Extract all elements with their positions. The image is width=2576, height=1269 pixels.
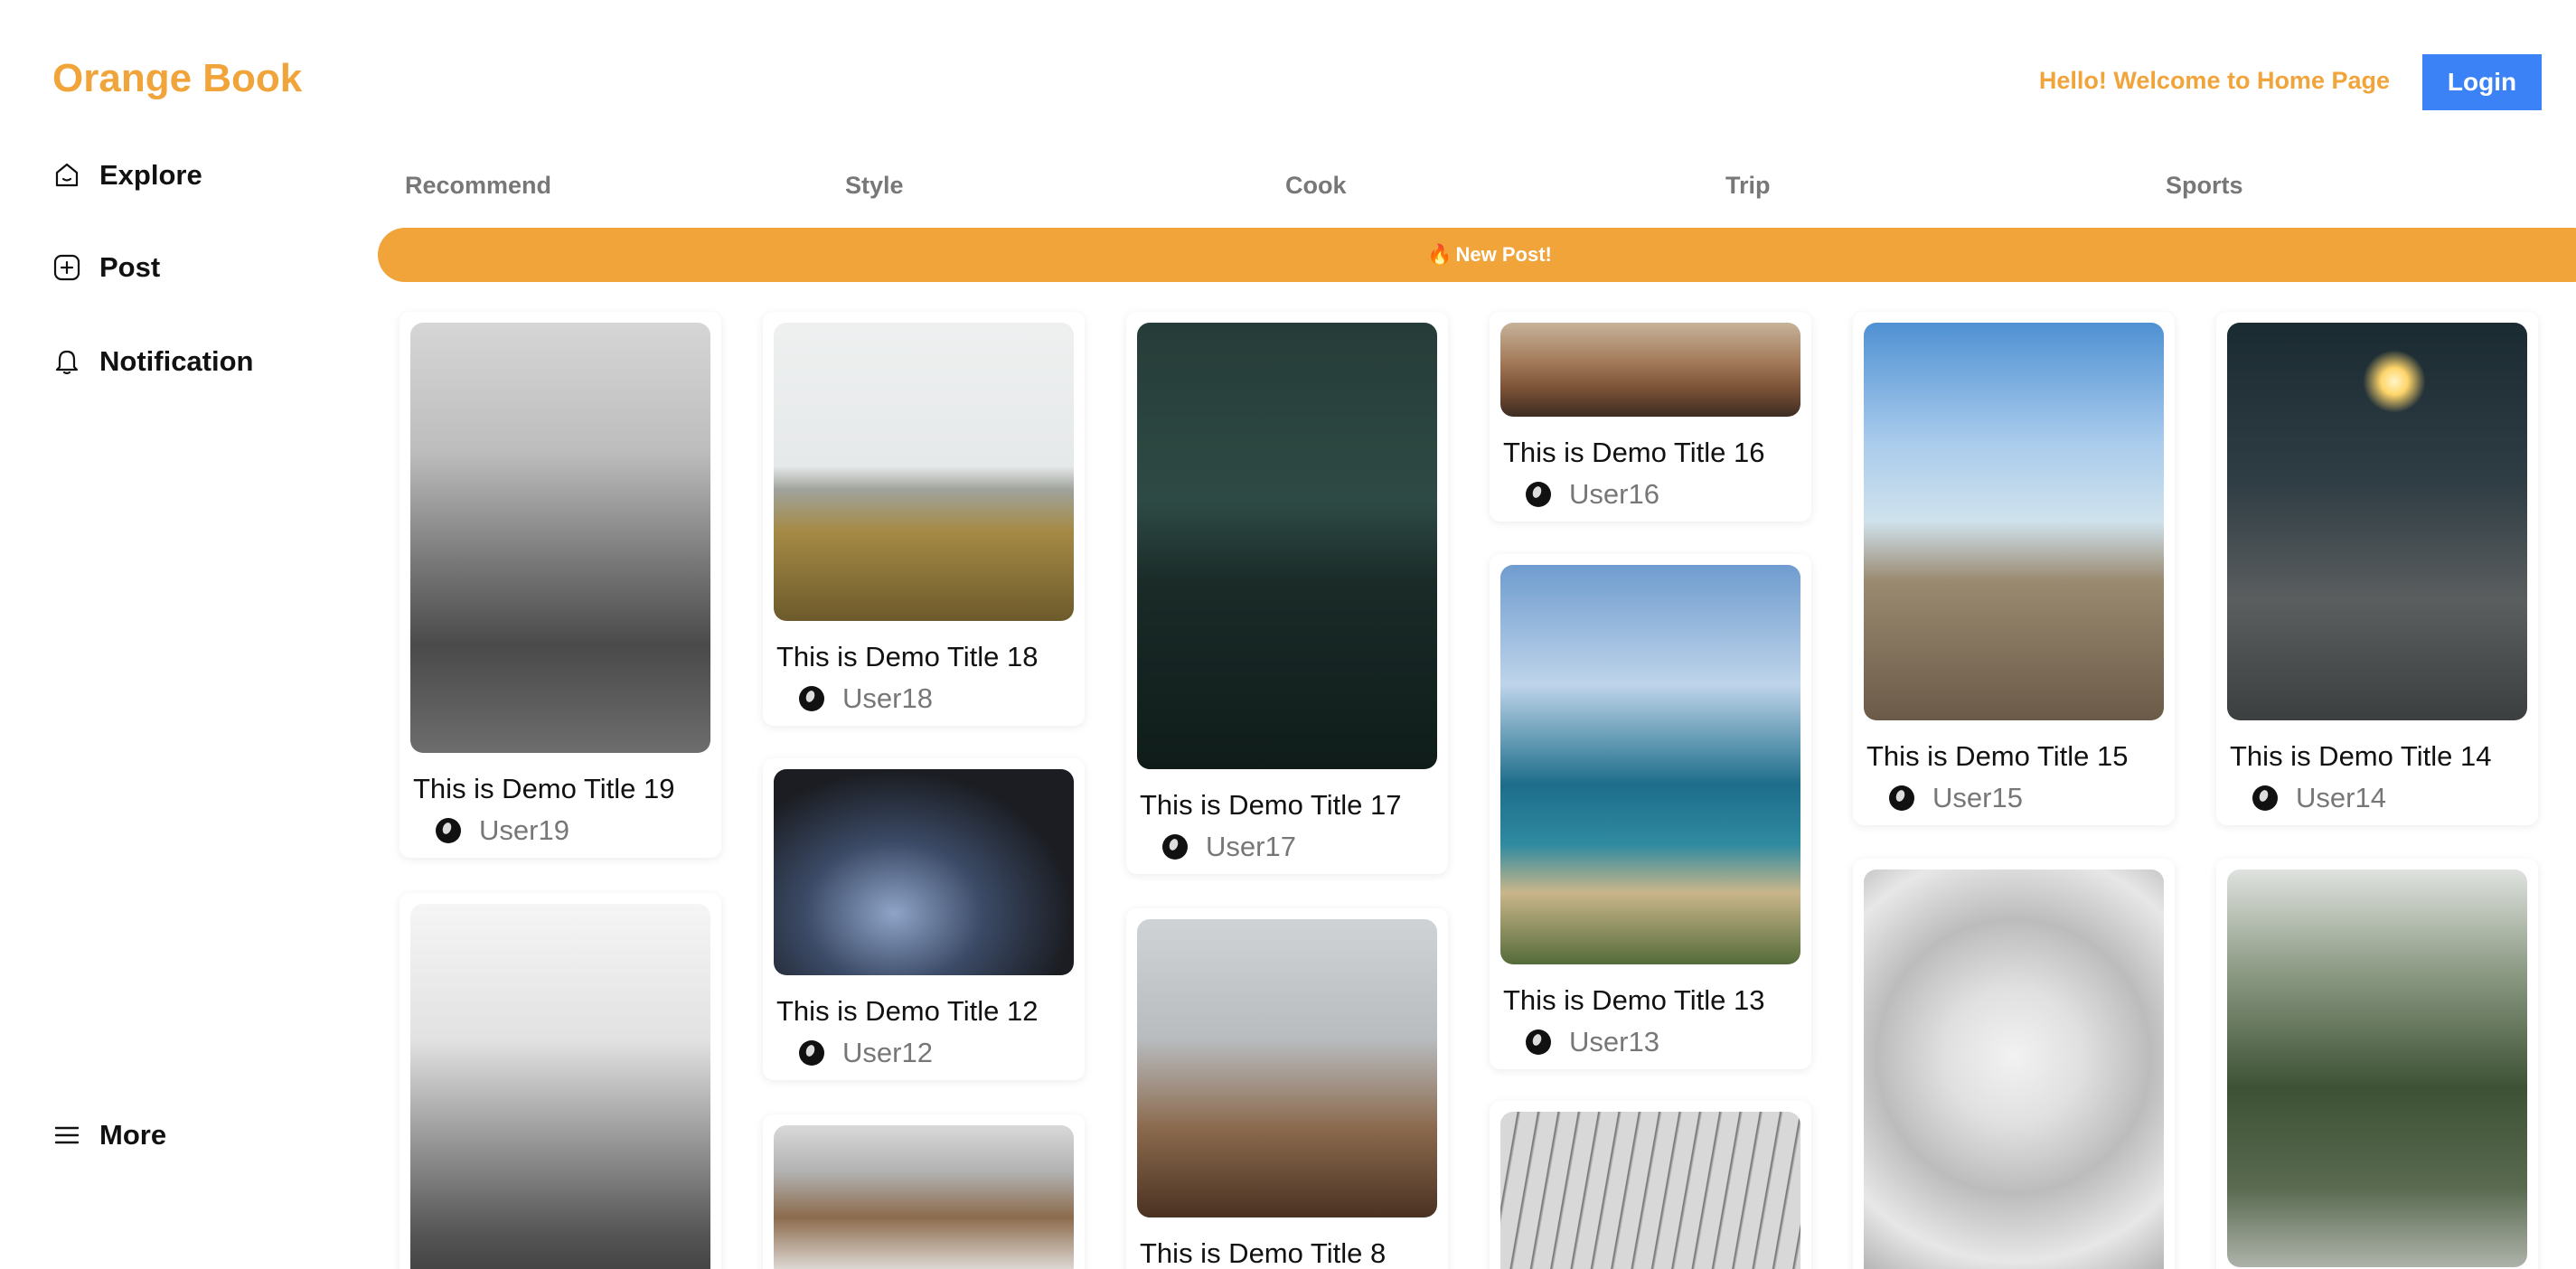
post-card[interactable]: This is Demo Title 19 User19 [400, 312, 721, 858]
post-author[interactable]: User18 [774, 682, 1074, 715]
author-name: User13 [1569, 1026, 1659, 1058]
post-author[interactable]: User19 [410, 814, 710, 847]
post-card[interactable] [763, 1114, 1085, 1269]
post-image-workspace[interactable] [774, 1125, 1074, 1269]
post-title[interactable]: This is Demo Title 15 [1864, 740, 2164, 773]
app-logo[interactable]: Orange Book [52, 56, 302, 101]
login-button[interactable]: Login [2422, 54, 2542, 110]
author-name: User14 [2296, 782, 2386, 813]
banner-text: New Post! [1455, 243, 1552, 266]
post-card[interactable] [400, 893, 721, 1269]
author-name: User19 [479, 814, 569, 846]
author-name: User16 [1569, 478, 1659, 510]
post-card[interactable]: This is Demo Title 15 User15 [1853, 312, 2175, 825]
sidebar-item-label: Notification [99, 345, 254, 377]
post-card[interactable] [2216, 859, 2538, 1269]
post-author[interactable]: User13 [1500, 1026, 1800, 1058]
sidebar-item-more[interactable]: More [52, 1119, 166, 1152]
post-author[interactable]: User16 [1500, 478, 1800, 511]
post-title[interactable]: This is Demo Title 8 [1137, 1237, 1437, 1269]
sparkler-glow [2363, 350, 2426, 413]
sidebar-item-label: Post [99, 251, 161, 283]
post-image-night-city-bridge[interactable] [1137, 323, 1437, 769]
menu-icon [52, 1121, 81, 1150]
post-image-coast[interactable] [1500, 565, 1800, 964]
tab-cook[interactable]: Cook [1285, 172, 1347, 200]
post-card[interactable]: This is Demo Title 17 User17 [1126, 312, 1448, 874]
post-title[interactable]: This is Demo Title 18 [774, 641, 1074, 673]
post-title[interactable]: This is Demo Title 12 [774, 995, 1074, 1028]
post-card[interactable] [1490, 1101, 1811, 1269]
post-image-beach-grass[interactable] [774, 323, 1074, 621]
post-card[interactable]: This is Demo Title 13 User13 [1490, 554, 1811, 1069]
post-image-tree-road[interactable] [2227, 870, 2527, 1267]
home-icon [52, 161, 81, 190]
post-image-dome-ceiling[interactable] [1864, 870, 2164, 1269]
tab-trip[interactable]: Trip [1725, 172, 1771, 200]
avatar [436, 818, 461, 843]
post-author[interactable]: User17 [1137, 831, 1437, 863]
sidebar-item-notification[interactable]: Notification [52, 345, 254, 378]
fire-icon: 🔥 [1427, 243, 1453, 266]
tab-recommend[interactable]: Recommend [405, 172, 551, 200]
author-name: User15 [1932, 782, 2023, 813]
avatar [1889, 785, 1914, 811]
sidebar-item-label: Explore [99, 159, 202, 191]
author-name: User18 [842, 682, 933, 714]
sidebar-item-label: More [99, 1119, 167, 1151]
post-title[interactable]: This is Demo Title 16 [1500, 437, 1800, 469]
post-card[interactable]: This is Demo Title 12 User12 [763, 758, 1085, 1080]
post-image-speaker-desk[interactable] [1137, 919, 1437, 1217]
tab-sports[interactable]: Sports [2166, 172, 2243, 200]
post-image-city-skyline[interactable] [410, 904, 710, 1269]
post-title[interactable]: This is Demo Title 17 [1137, 789, 1437, 822]
post-image-misty-forest[interactable] [410, 323, 710, 753]
avatar [799, 1040, 824, 1066]
post-image-couple-night[interactable] [774, 769, 1074, 975]
post-card[interactable] [1853, 859, 2175, 1269]
avatar [799, 686, 824, 711]
bell-icon [52, 347, 81, 376]
post-image-sparkler[interactable] [2227, 323, 2527, 720]
author-name: User12 [842, 1037, 933, 1068]
post-author[interactable]: User14 [2227, 782, 2527, 814]
post-image-bridge-cables[interactable] [1500, 1112, 1800, 1269]
post-title[interactable]: This is Demo Title 19 [410, 773, 710, 805]
tab-style[interactable]: Style [845, 172, 904, 200]
post-card[interactable]: This is Demo Title 16 User16 [1490, 312, 1811, 522]
avatar [1162, 834, 1188, 860]
post-author[interactable]: User15 [1864, 782, 2164, 814]
author-name: User17 [1206, 831, 1296, 862]
post-image-desk-tools[interactable] [1500, 323, 1800, 417]
post-card[interactable]: This is Demo Title 8 [1126, 908, 1448, 1269]
post-title[interactable]: This is Demo Title 14 [2227, 740, 2527, 773]
post-image-pier[interactable] [1864, 323, 2164, 720]
post-card[interactable]: This is Demo Title 14 User14 [2216, 312, 2538, 825]
avatar [1526, 1029, 1551, 1055]
post-author[interactable]: User12 [774, 1037, 1074, 1069]
avatar [2252, 785, 2278, 811]
new-post-banner[interactable]: 🔥 New Post! [378, 228, 2576, 282]
sidebar-item-post[interactable]: Post [52, 251, 160, 284]
plus-square-icon [52, 253, 81, 282]
avatar [1526, 482, 1551, 507]
welcome-message: Hello! Welcome to Home Page [2038, 67, 2390, 94]
post-title[interactable]: This is Demo Title 13 [1500, 984, 1800, 1017]
post-card[interactable]: This is Demo Title 18 User18 [763, 312, 1085, 726]
sidebar-item-explore[interactable]: Explore [52, 159, 202, 192]
